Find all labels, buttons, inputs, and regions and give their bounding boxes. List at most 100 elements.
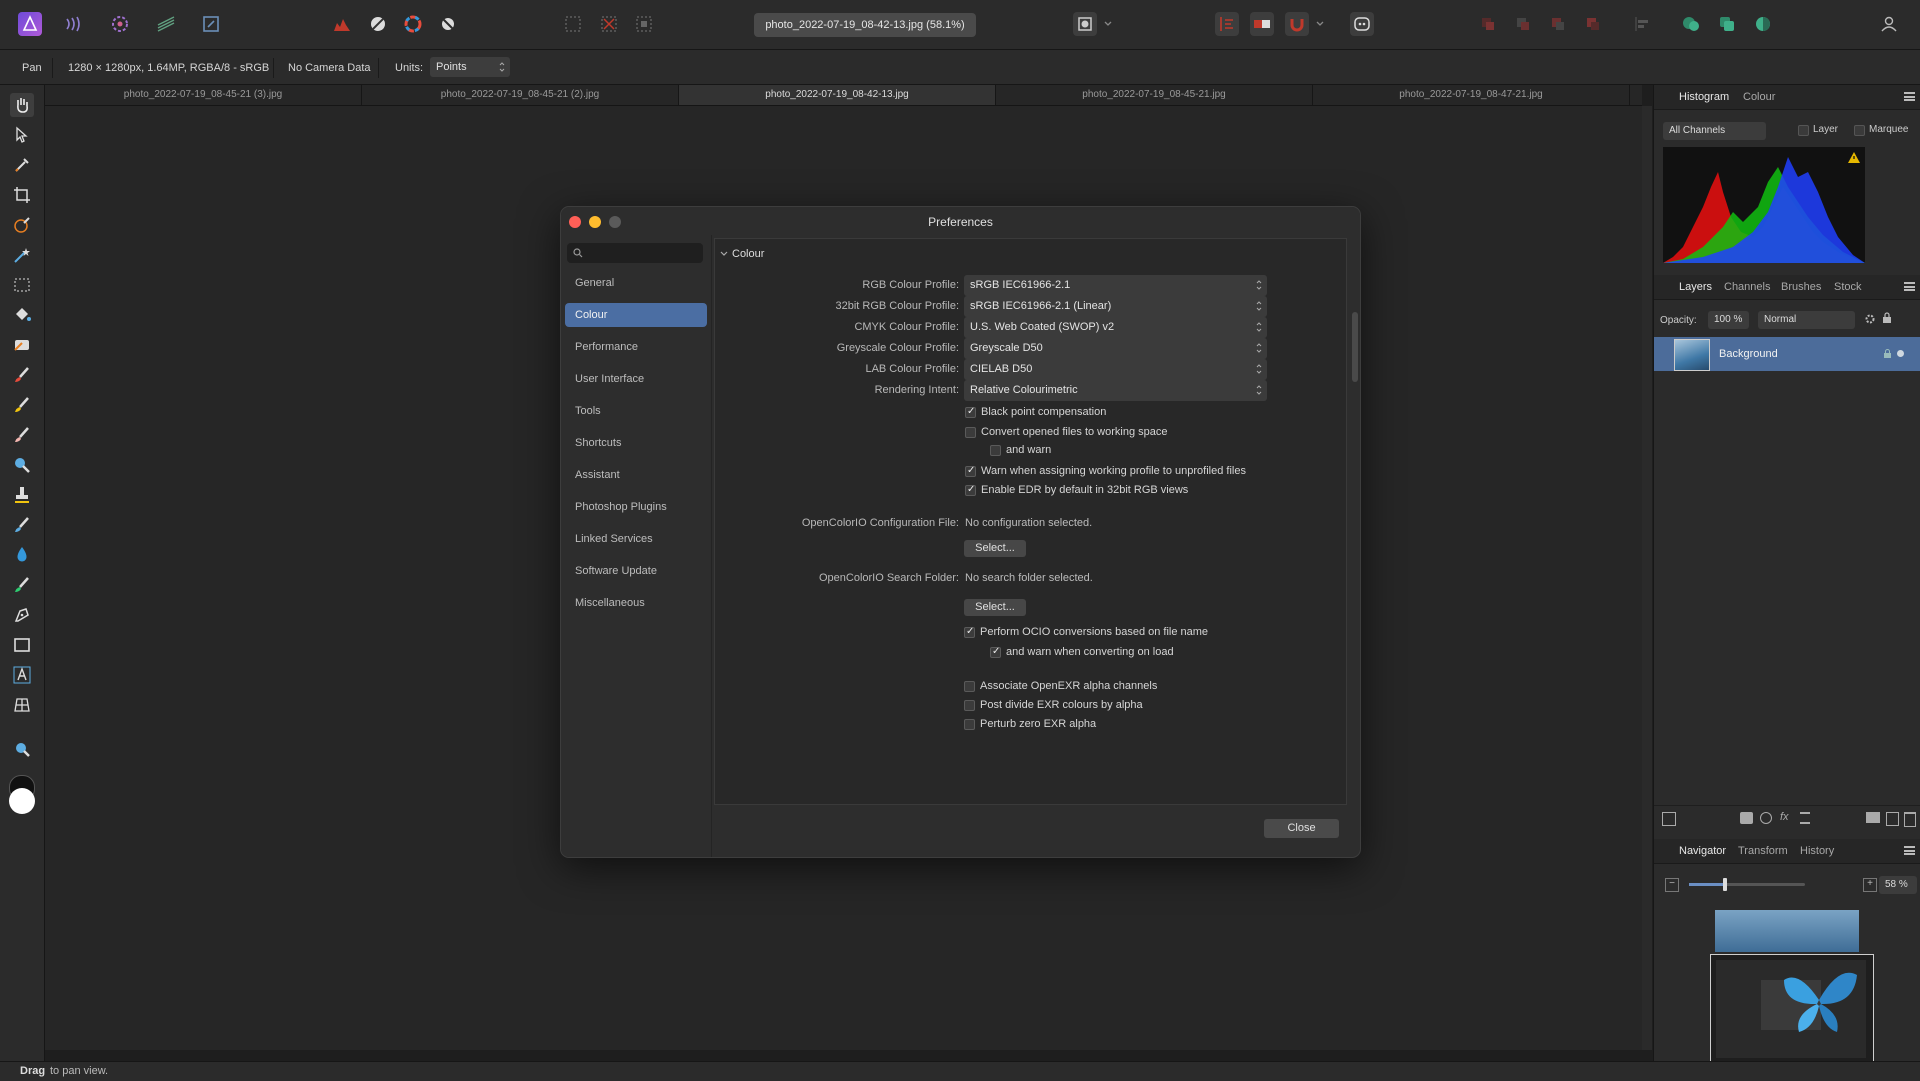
tab-document-5[interactable]: photo_2022-07-19_08-47-21.jpg <box>1313 85 1630 105</box>
healing-brush-tool-icon[interactable] <box>10 513 34 537</box>
user-account-icon[interactable] <box>1877 12 1901 36</box>
panel-menu-icon[interactable] <box>1904 282 1915 291</box>
sidebar-item-software-update[interactable]: Software Update <box>565 559 707 583</box>
arrange-backward-icon[interactable] <box>1546 12 1570 36</box>
tone-mapping-persona-icon[interactable] <box>154 12 178 36</box>
adjustment-icon[interactable] <box>1760 812 1772 824</box>
navigator-viewport-frame[interactable] <box>1710 954 1874 1066</box>
exr-perturb-checkbox[interactable] <box>964 719 975 730</box>
gear-icon[interactable] <box>1864 313 1876 325</box>
sidebar-item-colour[interactable]: Colour <box>565 303 707 327</box>
rendering-intent-select[interactable]: Relative Colourimetric <box>964 380 1267 401</box>
selection-brush-tool-icon[interactable] <box>10 213 34 237</box>
rectangle-tool-icon[interactable] <box>10 633 34 657</box>
pixel-tool-icon[interactable] <box>10 393 34 417</box>
sidebar-item-tools[interactable]: Tools <box>565 399 707 423</box>
intersect-shapes-icon[interactable] <box>1751 12 1775 36</box>
tab-channels[interactable]: Channels <box>1724 281 1770 293</box>
canvas-scrollbar[interactable] <box>1642 106 1652 1050</box>
sidebar-item-user-interface[interactable]: User Interface <box>565 367 707 391</box>
edr-checkbox[interactable] <box>965 484 976 496</box>
black-point-checkbox[interactable] <box>965 406 976 418</box>
new-pixel-layer-icon[interactable] <box>1886 812 1899 826</box>
levels-icon[interactable] <box>330 12 354 36</box>
close-button[interactable]: Close <box>1264 819 1339 838</box>
layer-visibility-icon[interactable] <box>1897 350 1904 357</box>
tab-document-4[interactable]: photo_2022-07-19_08-45-21.jpg <box>996 85 1313 105</box>
crop-tool-icon[interactable] <box>10 183 34 207</box>
ocio-folder-select-button[interactable]: Select... <box>964 599 1026 616</box>
mask-layer-icon[interactable] <box>1740 812 1753 824</box>
layer-options-icon[interactable] <box>1662 812 1676 826</box>
color-picker-tool-icon[interactable] <box>10 153 34 177</box>
channels-select[interactable]: All Channels <box>1663 122 1766 140</box>
export-persona-icon[interactable] <box>199 12 223 36</box>
align-icon[interactable] <box>1630 12 1654 36</box>
marquee-checkbox[interactable] <box>1854 125 1865 136</box>
sidebar-item-photoshop-plugins[interactable]: Photoshop Plugins <box>565 495 707 519</box>
magnet-icon[interactable] <box>1285 12 1309 36</box>
mesh-warp-tool-icon[interactable] <box>10 693 34 717</box>
tab-colour[interactable]: Colour <box>1743 91 1775 103</box>
tab-histogram[interactable]: Histogram <box>1679 91 1729 103</box>
snapping-icon[interactable] <box>1215 12 1239 36</box>
secondary-color-swatch[interactable] <box>9 788 35 814</box>
trash-icon[interactable] <box>1904 812 1916 827</box>
subtract-shapes-icon[interactable] <box>1715 12 1739 36</box>
ocio-config-select-button[interactable]: Select... <box>964 540 1026 557</box>
deselect-icon[interactable] <box>597 12 621 36</box>
assistant-icon[interactable] <box>1350 12 1374 36</box>
opacity-field[interactable]: 100 % <box>1708 311 1749 329</box>
content-scrollbar[interactable] <box>1352 312 1358 382</box>
chevron-down-icon[interactable] <box>1102 12 1114 36</box>
auto-contrast-icon[interactable] <box>436 12 460 36</box>
hsl-icon[interactable] <box>401 12 425 36</box>
arrange-forward-icon[interactable] <box>1511 12 1535 36</box>
tab-brushes[interactable]: Brushes <box>1781 281 1821 293</box>
sidebar-item-miscellaneous[interactable]: Miscellaneous <box>565 591 707 615</box>
dodge-tool-icon[interactable] <box>10 453 34 477</box>
tab-navigator[interactable]: Navigator <box>1679 845 1726 857</box>
text-tool-icon[interactable] <box>10 663 34 687</box>
sidebar-item-performance[interactable]: Performance <box>565 335 707 359</box>
folder-icon[interactable] <box>1866 812 1880 823</box>
layer-checkbox[interactable] <box>1798 125 1809 136</box>
red-eye-tool-icon[interactable] <box>10 573 34 597</box>
marquee-select-icon[interactable] <box>561 12 585 36</box>
sidebar-item-general[interactable]: General <box>565 271 707 295</box>
white-balance-icon[interactable] <box>366 12 390 36</box>
rgb-profile-select[interactable]: sRGB IEC61966-2.1 <box>964 275 1267 296</box>
and-warn-checkbox[interactable] <box>990 445 1001 456</box>
invert-selection-icon[interactable] <box>632 12 656 36</box>
tab-stock[interactable]: Stock <box>1834 281 1862 293</box>
liquify-persona-icon[interactable] <box>62 12 86 36</box>
flood-select-tool-icon[interactable] <box>10 243 34 267</box>
panel-menu-icon[interactable] <box>1904 92 1915 101</box>
arrange-front-icon[interactable] <box>1476 12 1500 36</box>
ocio-warn-checkbox[interactable] <box>990 646 1001 658</box>
units-select[interactable]: Points <box>430 57 510 77</box>
ocio-filename-checkbox[interactable] <box>964 626 975 638</box>
add-shapes-icon[interactable] <box>1679 12 1703 36</box>
fx-icon[interactable]: fx <box>1780 811 1789 823</box>
lock-icon[interactable] <box>1882 312 1892 324</box>
split-view-icon[interactable] <box>1250 12 1274 36</box>
hand-tool-icon[interactable] <box>10 93 34 117</box>
rgb32-profile-select[interactable]: sRGB IEC61966-2.1 (Linear) <box>964 296 1267 317</box>
zoom-value-field[interactable]: 58 % <box>1879 876 1917 894</box>
chevron-down-icon[interactable] <box>1314 12 1326 36</box>
tab-document-2[interactable]: photo_2022-07-19_08-45-21 (2).jpg <box>362 85 679 105</box>
panel-menu-icon[interactable] <box>1904 846 1915 855</box>
zoom-out-icon[interactable]: − <box>1665 878 1679 892</box>
zoom-in-icon[interactable]: + <box>1863 878 1877 892</box>
greyscale-profile-select[interactable]: Greyscale D50 <box>964 338 1267 359</box>
gradient-tool-icon[interactable] <box>10 333 34 357</box>
tab-transform[interactable]: Transform <box>1738 845 1788 857</box>
quick-mask-icon[interactable] <box>1073 12 1097 36</box>
arrange-back-icon[interactable] <box>1581 12 1605 36</box>
sidebar-item-linked-services[interactable]: Linked Services <box>565 527 707 551</box>
blur-tool-icon[interactable] <box>10 543 34 567</box>
tab-layers[interactable]: Layers <box>1679 281 1712 293</box>
lab-profile-select[interactable]: CIELAB D50 <box>964 359 1267 380</box>
sidebar-item-shortcuts[interactable]: Shortcuts <box>565 431 707 455</box>
